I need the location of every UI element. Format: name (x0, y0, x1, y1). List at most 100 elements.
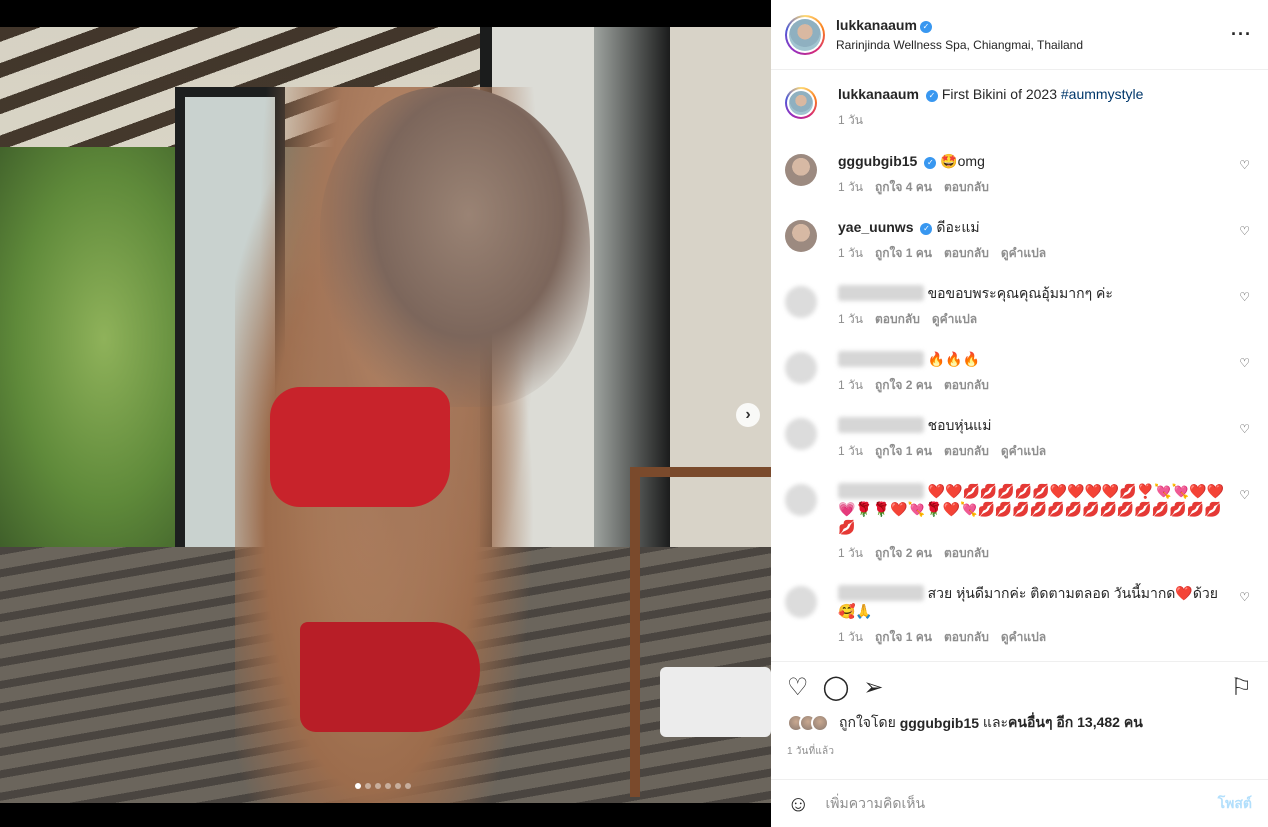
author-avatar[interactable] (785, 14, 825, 55)
comment-username[interactable]: yae_uunws (838, 219, 913, 235)
comment-username[interactable]: gggubgib15 (838, 153, 917, 169)
comment-like-heart-icon[interactable]: ♡ (1239, 290, 1250, 304)
emoji-icon[interactable]: ☺ (787, 791, 809, 817)
post-location[interactable]: Rarinjinda Wellness Spa, Chiangmai, Thai… (836, 38, 1083, 52)
commenter-avatar[interactable] (785, 484, 817, 516)
comment-item: สวย หุ่นดีมากค่ะ ติดตามตลอด วันนี้มากด❤️… (785, 584, 1252, 647)
comment-like-heart-icon[interactable]: ♡ (1239, 224, 1250, 238)
more-options-icon[interactable]: ··· (1231, 24, 1252, 45)
photo-chair-cushion (660, 667, 771, 737)
comment-username[interactable] (838, 351, 924, 367)
carousel-dots (355, 783, 411, 789)
commenter-avatar[interactable] (785, 586, 817, 618)
translate-button[interactable]: ดูคำแปล (1001, 628, 1046, 647)
photo-chair (630, 467, 771, 797)
comment-icon[interactable]: ◯ (823, 674, 850, 702)
caption-time: 1 วัน (838, 113, 863, 127)
post-side-panel: lukkanaaum ✓ Rarinjinda Wellness Spa, Chi… (771, 0, 1268, 827)
liked-by-user[interactable]: gggubgib15 (900, 715, 979, 731)
post-media: › (0, 0, 771, 827)
comment-time: 1 วัน (838, 630, 863, 644)
verified-badge-icon: ✓ (920, 223, 933, 235)
comment-likes[interactable]: ถูกใจ 1 คน (875, 244, 932, 263)
commenter-avatar[interactable] (785, 352, 817, 384)
comment-time: 1 วัน (838, 312, 863, 326)
comment-text: 🔥🔥🔥 (927, 351, 980, 367)
post-header: lukkanaaum ✓ Rarinjinda Wellness Spa, Chi… (771, 0, 1268, 70)
carousel-dot (395, 783, 401, 789)
reply-button[interactable]: ตอบกลับ (944, 376, 989, 395)
likes-summary[interactable]: ถูกใจโดย gggubgib15 และ คนอื่นๆ อีก 13,4… (787, 712, 1252, 734)
comment-time: 1 วัน (838, 246, 863, 260)
reply-button[interactable]: ตอบกลับ (944, 544, 989, 563)
liked-by-and: และ (982, 714, 1009, 730)
reply-button[interactable]: ตอบกลับ (944, 442, 989, 461)
caption-text: First Bikini of 2023 (941, 86, 1057, 102)
comment-username[interactable] (838, 585, 924, 601)
comment-likes[interactable]: ถูกใจ 2 คน (875, 376, 932, 395)
comment-username[interactable] (838, 285, 924, 301)
liker-avatars (787, 714, 829, 732)
author-username[interactable]: lukkanaaum (836, 17, 917, 33)
liked-by-count[interactable]: อีก 13,482 คน (1056, 712, 1142, 734)
carousel-dot (385, 783, 391, 789)
comment-likes[interactable]: ถูกใจ 1 คน (875, 442, 932, 461)
photo-bikini-top (270, 387, 450, 507)
comment-like-heart-icon[interactable]: ♡ (1239, 356, 1250, 370)
comments-list[interactable]: lukkanaaum ✓ First Bikini of 2023 #aummys… (771, 71, 1268, 661)
carousel-dot (375, 783, 381, 789)
caption-hashtag[interactable]: #aummystyle (1061, 86, 1143, 102)
carousel-dot (355, 783, 361, 789)
share-icon[interactable]: ➢ (863, 674, 883, 702)
comment-likes[interactable]: ถูกใจ 1 คน (875, 628, 932, 647)
reply-button[interactable]: ตอบกลับ (944, 628, 989, 647)
comment-item: 🔥🔥🔥 1 วัน ถูกใจ 2 คน ตอบกลับ ♡ (785, 350, 1252, 395)
comment-time: 1 วัน (838, 444, 863, 458)
post-caption: lukkanaaum ✓ First Bikini of 2023 #aummys… (785, 85, 1252, 130)
translate-button[interactable]: ดูคำแปล (1001, 442, 1046, 461)
post-comment-button[interactable]: โพสต์ (1218, 793, 1252, 815)
comment-like-heart-icon[interactable]: ♡ (1239, 158, 1250, 172)
translate-button[interactable]: ดูคำแปล (932, 310, 977, 329)
comment-like-heart-icon[interactable]: ♡ (1239, 422, 1250, 436)
verified-badge-icon: ✓ (919, 21, 932, 33)
posted-time: 1 วันที่แล้ว (787, 746, 835, 757)
commenter-avatar[interactable] (785, 286, 817, 318)
add-comment-bar: ☺ เพิ่มความคิดเห็น โพสต์ (771, 779, 1268, 827)
reply-button[interactable]: ตอบกลับ (875, 310, 920, 329)
comment-likes[interactable]: ถูกใจ 2 คน (875, 544, 932, 563)
photo-bikini-bottom (300, 622, 480, 732)
caption-avatar[interactable] (785, 87, 817, 119)
comment-item: ชอบหุ่นแม่ 1 วัน ถูกใจ 1 คน ตอบกลับ ดูคำแปล ♡ (785, 416, 1252, 461)
commenter-avatar[interactable] (785, 220, 817, 252)
liked-by-others[interactable]: คนอื่นๆ (1008, 712, 1052, 734)
comment-input[interactable]: เพิ่มความคิดเห็น (825, 793, 1217, 815)
comment-time: 1 วัน (838, 378, 863, 392)
comment-item: ❤️❤️💋💋💋💋💋❤️❤️❤️❤️💋❣️💘💘❤️❤️💗🌹🌹❤️💘🌹❤️💘💋💋💋💋… (785, 482, 1252, 563)
post-actions: ♡ ◯ ➢ ⚐ ถูกใจโดย gggubgib15 และ คนอื่นๆ … (771, 661, 1268, 779)
comment-username[interactable] (838, 483, 924, 499)
comment-text: ดีอะแม่ (936, 219, 980, 235)
bookmark-icon[interactable]: ⚐ (1230, 674, 1252, 702)
comment-text: 🤩omg (940, 153, 985, 169)
comment-text: ขอขอบพระคุณคุณอุ้มมากๆ ค่ะ (927, 285, 1113, 301)
translate-button[interactable]: ดูคำแปล (1001, 244, 1046, 263)
comment-username[interactable] (838, 417, 924, 433)
reply-button[interactable]: ตอบกลับ (944, 178, 989, 197)
comment-item: gggubgib15 ✓ 🤩omg 1 วัน ถูกใจ 4 คน ตอบกลับ ♡ (785, 152, 1252, 197)
post-photo[interactable] (0, 27, 771, 803)
caption-username[interactable]: lukkanaaum (838, 86, 919, 102)
comment-item: ขอขอบพระคุณคุณอุ้มมากๆ ค่ะ 1 วัน ตอบกลับ ดู… (785, 284, 1252, 329)
comment-likes[interactable]: ถูกใจ 4 คน (875, 178, 932, 197)
chevron-right-icon[interactable]: › (736, 403, 760, 427)
comment-item: yae_uunws ✓ ดีอะแม่ 1 วัน ถูกใจ 1 คน ตอบกลับ… (785, 218, 1252, 263)
reply-button[interactable]: ตอบกลับ (944, 244, 989, 263)
comment-like-heart-icon[interactable]: ♡ (1239, 488, 1250, 502)
photo-hair (320, 87, 590, 407)
comment-time: 1 วัน (838, 180, 863, 194)
commenter-avatar[interactable] (785, 418, 817, 450)
verified-badge-icon: ✓ (925, 90, 938, 102)
commenter-avatar[interactable] (785, 154, 817, 186)
heart-icon[interactable]: ♡ (787, 674, 809, 702)
comment-like-heart-icon[interactable]: ♡ (1239, 590, 1250, 604)
